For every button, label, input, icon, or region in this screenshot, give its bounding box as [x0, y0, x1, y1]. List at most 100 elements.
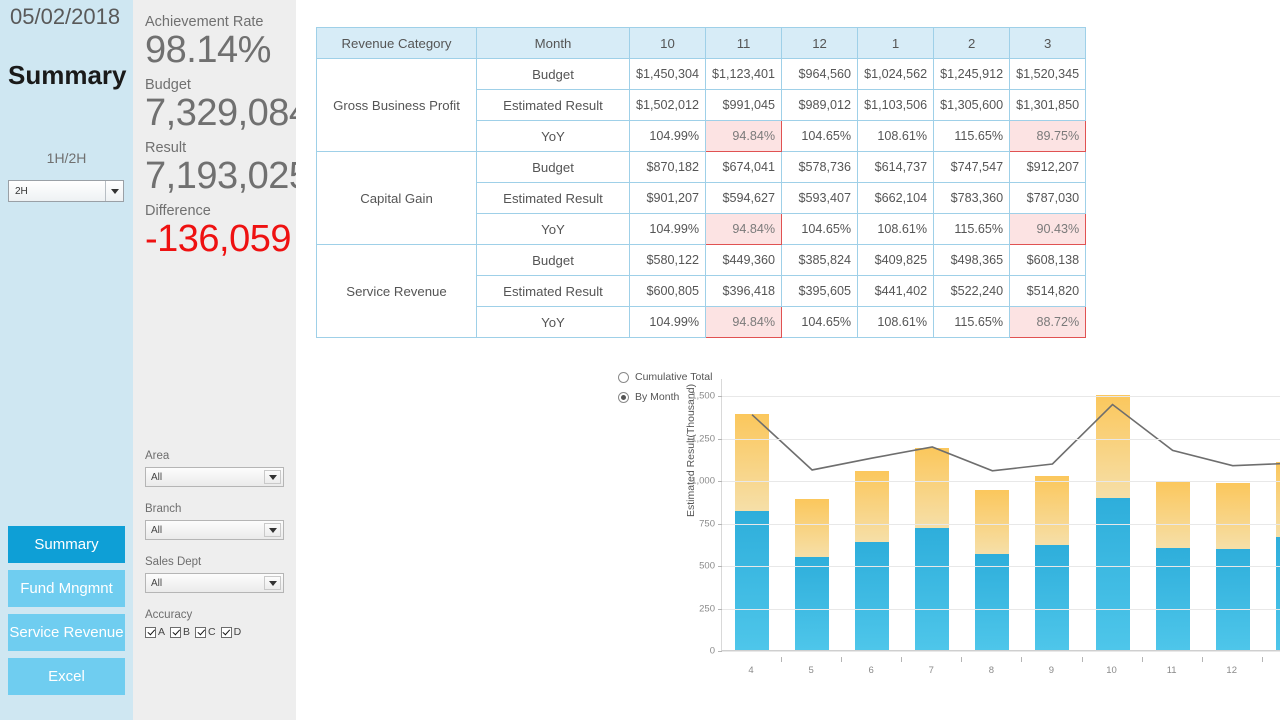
- period-select[interactable]: 2H: [8, 180, 124, 202]
- table-header-cell: Revenue Category: [316, 27, 477, 59]
- accuracy-checkbox-c[interactable]: [195, 626, 207, 638]
- main-content: Revenue Category Month 10 11 12 1 2 3 Gross Bus…: [296, 0, 1280, 720]
- nav-button-fund-mngmnt[interactable]: Fund Mngmnt: [8, 570, 125, 607]
- kpi-value: -136,059: [145, 218, 292, 261]
- nav-button-excel[interactable]: Excel: [8, 658, 125, 695]
- chart-y-tick-label: 1,000: [691, 475, 715, 487]
- value-cell: 104.99%: [628, 120, 707, 152]
- kpi-label: Difference: [145, 203, 211, 220]
- period-select-value: 2H: [15, 185, 28, 197]
- accuracy-label-c: C: [208, 626, 216, 638]
- current-date: 05/02/2018: [10, 4, 121, 29]
- accuracy-label-a: A: [158, 626, 166, 638]
- period-filter-label: 1H/2H: [46, 150, 87, 166]
- chart-gridline: [722, 608, 1280, 610]
- value-cell: $578,736: [781, 151, 859, 183]
- chart-mode-option[interactable]: Cumulative Total: [618, 371, 712, 383]
- budget-line-series: [751, 403, 1280, 472]
- chart-area: Cumulative Total By Month Estimated Resul…: [296, 362, 1280, 692]
- chart-y-tick-label: 1,250: [691, 433, 715, 444]
- chart-gridline: [722, 566, 1280, 567]
- accuracy-checkbox-d[interactable]: [220, 626, 232, 638]
- chevron-down-icon[interactable]: [264, 470, 281, 484]
- kpi-value: 7,329,084: [145, 92, 310, 135]
- value-cell: 104.99%: [628, 306, 707, 338]
- kpi-list: Achievement Rate 98.14% Budget 7,329,084 Res…: [145, 14, 310, 261]
- chart-x-tick-label: 8: [988, 665, 995, 676]
- chart-plot-area: 0 250 500 750 1,000 1,250 1,500: [691, 379, 1280, 657]
- chart-y-tick-label: 750: [699, 518, 715, 529]
- dashboard-root: 05/02/2018 Summary 1H/2H 2H Summary Fund …: [0, 0, 1280, 720]
- filter-branch: Branch All: [145, 503, 284, 540]
- table-header-cell: 3: [1009, 27, 1087, 59]
- metric-cell: Estimated Result: [476, 89, 630, 121]
- chart-y-tick: [718, 523, 722, 525]
- filter-select[interactable]: All: [145, 467, 284, 487]
- chart-y-tick: [718, 651, 722, 652]
- accuracy-checkbox-group: A B C D: [145, 626, 284, 638]
- chart-x-tick: [1201, 657, 1203, 662]
- value-cell-alert: 94.84%: [705, 213, 783, 245]
- chevron-down-icon[interactable]: [264, 523, 281, 537]
- revenue-category-cell: Capital Gain: [316, 151, 477, 245]
- value-cell: $514,820: [1009, 275, 1087, 307]
- accuracy-checkbox-a[interactable]: [145, 626, 156, 638]
- radio-by-month-icon[interactable]: [618, 391, 629, 403]
- value-cell: $870,182: [628, 151, 707, 183]
- filter-select[interactable]: All: [145, 520, 284, 540]
- value-cell: $964,560: [781, 58, 859, 90]
- chevron-down-icon[interactable]: [105, 181, 123, 201]
- metric-cell: Budget: [476, 244, 630, 276]
- value-cell: $1,520,345: [1009, 58, 1087, 90]
- value-cell: $594,627: [705, 182, 783, 214]
- chart-y-tick: [718, 396, 722, 397]
- metric-cell: YoY: [476, 306, 630, 338]
- kpi-label: Budget: [145, 77, 191, 94]
- left-nav-panel: 05/02/2018 Summary 1H/2H 2H Summary Fund …: [0, 0, 133, 720]
- metric-cell: Estimated Result: [476, 182, 630, 214]
- value-cell: $662,104: [857, 182, 935, 214]
- radio-cumulative-total-icon[interactable]: [618, 371, 629, 383]
- chevron-down-icon[interactable]: [264, 576, 281, 590]
- value-cell: $600,805: [628, 275, 707, 307]
- budget-line-path: [751, 403, 1280, 472]
- table-header-row: Revenue Category Month 10 11 12 1 2 3: [316, 27, 1087, 59]
- value-cell: $1,502,012: [628, 89, 707, 121]
- filter-list: Area All Branch All Sales Dept All: [145, 450, 284, 593]
- value-cell: $498,365: [933, 244, 1011, 276]
- filter-select-value: All: [151, 524, 163, 536]
- chart-y-tick-label: 250: [699, 603, 715, 614]
- value-cell: 108.61%: [857, 306, 935, 338]
- value-cell: $385,824: [781, 244, 859, 276]
- chart-x-tick-label: 10: [1106, 665, 1117, 676]
- value-cell: 104.65%: [781, 120, 859, 152]
- chart-gridline: [722, 396, 1280, 397]
- kpi-value: 7,193,025: [145, 155, 310, 198]
- chart-y-tick: [718, 566, 722, 567]
- value-cell: $409,825: [857, 244, 935, 276]
- accuracy-checkbox-b[interactable]: [170, 626, 182, 638]
- filter-select[interactable]: All: [145, 573, 284, 593]
- nav-button-summary[interactable]: Summary: [8, 526, 125, 563]
- revenue-table: Revenue Category Month 10 11 12 1 2 3 Gross Bus…: [316, 27, 1087, 338]
- value-cell: $674,041: [705, 151, 783, 183]
- chart-gridline: [722, 481, 1280, 482]
- kpi-result: Result 7,193,025: [145, 140, 310, 198]
- chart-y-tick-label: 0: [709, 645, 715, 657]
- value-cell: $1,123,401: [705, 58, 783, 90]
- value-cell-alert: 90.43%: [1009, 213, 1087, 245]
- chart-x-tick-label: 9: [1048, 665, 1055, 676]
- chart-x-tick: [1141, 657, 1143, 662]
- kpi-budget: Budget 7,329,084: [145, 77, 310, 135]
- value-cell: $901,207: [628, 182, 707, 214]
- nav-button-service-revenue[interactable]: Service Revenue: [8, 614, 125, 651]
- revenue-table-body: Gross Business Profit Budget $1,450,304 $1,…: [316, 58, 1087, 338]
- value-cell: 104.65%: [781, 213, 859, 245]
- kpi-panel: Achievement Rate 98.14% Budget 7,329,084 Res…: [133, 0, 310, 720]
- chart-gridline: [722, 651, 1280, 652]
- value-cell: $989,012: [781, 89, 859, 121]
- metric-cell: Budget: [476, 58, 630, 90]
- value-cell: 115.65%: [933, 213, 1011, 245]
- page-title: Summary: [8, 60, 127, 90]
- chart-x-tick: [961, 657, 963, 662]
